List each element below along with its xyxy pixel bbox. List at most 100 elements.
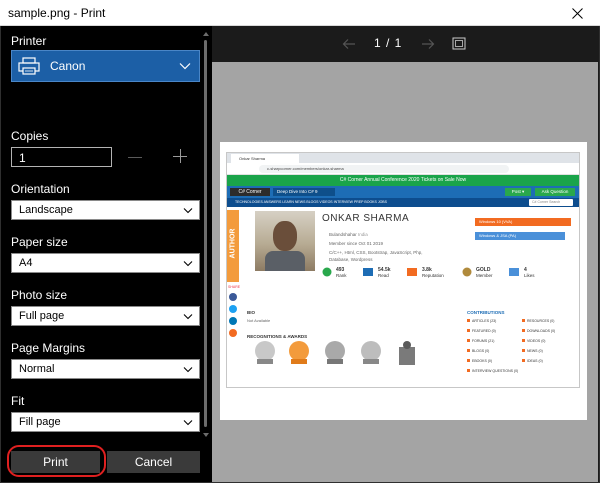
contribution-item: RESOURCES (0) [522, 319, 554, 323]
photo-size-value: Full page [19, 310, 65, 322]
twitter-icon [229, 305, 237, 313]
profile-photo [255, 211, 315, 271]
copies-label: Copies [11, 129, 49, 143]
contribution-item: FEATURED (0) [467, 329, 496, 333]
contribution-item: BLOGS (0) [467, 349, 489, 353]
contribution-item: FORUMS (21) [467, 339, 494, 343]
print-preview: 1 / 1 Onkar Sharma c-sharpcorner.com/mem… [212, 26, 598, 482]
orientation-value: Landscape [19, 204, 73, 216]
profile-location: Bulandshahar India [329, 232, 368, 237]
fit-label: Fit [11, 394, 25, 408]
preview-navigation: 1 / 1 [212, 26, 598, 62]
stat-likes: 4 Likes [524, 267, 535, 278]
window-title: sample.png - Print [8, 6, 106, 20]
fit-select[interactable]: Fill page [11, 412, 200, 432]
site-ask: Ask Question [535, 188, 575, 196]
profile-stats: 493 Rank 54.5k Read 3.8k Reputation GOLD Mem… [322, 267, 572, 285]
contributions-heading: CONTRIBUTIONS [467, 310, 505, 315]
award-badge-icon [325, 341, 345, 364]
close-button[interactable] [554, 0, 600, 26]
profile-skills-2: Database, Wordpress [329, 257, 373, 262]
page-indicator: 1 / 1 [374, 36, 403, 50]
chevron-down-icon [183, 208, 193, 214]
site-search: C# Corner Search [529, 199, 573, 206]
settings-panel: Printer Canon Copies 1 Orientation Lands… [0, 26, 212, 483]
stat-read: 54.5k Read [378, 267, 391, 278]
award-badge-icon [255, 341, 275, 364]
photo-size-label: Photo size [11, 288, 68, 302]
fit-view-icon[interactable] [452, 37, 466, 50]
printer-value: Canon [50, 59, 86, 73]
site-logo: C# Corner [230, 188, 270, 196]
paper-size-label: Paper size [11, 235, 68, 249]
profile-tag: Windows 10 (VVA) [475, 218, 571, 226]
chevron-down-icon [183, 367, 193, 373]
site-menu: TECHNOLOGIES ANSWERS LEARN NEWS BLOGS VI… [227, 198, 579, 207]
copies-input[interactable]: 1 [11, 147, 112, 167]
title-bar: sample.png - Print [0, 0, 600, 26]
site-banner: C# Corner Annual Conference 2020 Tickets… [227, 175, 579, 186]
author-tab-label: AUTHOR [229, 228, 237, 259]
profile-name: ONKAR SHARMA [322, 213, 410, 224]
decrement-copies-button[interactable] [128, 148, 142, 166]
stat-rank: 493 Rank [336, 267, 347, 278]
orientation-label: Orientation [11, 182, 70, 196]
browser-tab: Onkar Sharma [231, 154, 299, 163]
previous-page-icon[interactable] [342, 38, 356, 50]
contribution-item: ARTICLES (23) [467, 319, 496, 323]
paper-size-value: A4 [19, 257, 33, 269]
fit-value: Fill page [19, 416, 61, 428]
bio-heading: BIO [247, 310, 256, 315]
contribution-item: VIDEOS (0) [522, 339, 545, 343]
print-button[interactable]: Print [11, 451, 100, 473]
chevron-down-icon [183, 314, 193, 320]
contribution-item: IDEAS (0) [522, 359, 543, 363]
printer-select[interactable]: Canon [11, 50, 200, 82]
chevron-down-icon [183, 420, 193, 426]
profile-tag: Windows & JSA (PA) [475, 232, 565, 240]
scroll-down-icon [203, 433, 209, 437]
reddit-icon [229, 329, 237, 337]
linkedin-icon [229, 317, 237, 325]
bio-text: Not Available [247, 318, 271, 323]
browser-urlbar: c-sharpcorner.com/members/onkar-sharma [227, 163, 579, 175]
page-margins-select[interactable]: Normal [11, 359, 200, 379]
paper-size-select[interactable]: A4 [11, 253, 200, 273]
award-podium-icon [399, 341, 415, 365]
scroll-up-icon [203, 32, 209, 36]
page-image: Onkar Sharma c-sharpcorner.com/members/o… [226, 152, 580, 388]
site-promo: Deep Dive Into C# 9 [273, 188, 335, 196]
browser-url: c-sharpcorner.com/members/onkar-sharma [259, 165, 509, 173]
share-label: SHARE [228, 285, 241, 289]
author-tab: AUTHOR [227, 210, 239, 282]
mvp-badge-icon [289, 341, 309, 364]
facebook-icon [229, 293, 237, 301]
chevron-down-icon [179, 63, 191, 70]
contribution-item: NEWS (0) [522, 349, 543, 353]
settings-scrollbar[interactable] [203, 32, 209, 437]
increment-copies-button[interactable] [173, 148, 187, 166]
site-header: C# Corner Deep Dive Into C# 9 Post ▾ Ask… [227, 186, 579, 198]
award-badge-icon [361, 341, 381, 364]
browser-tabbar: Onkar Sharma [227, 153, 579, 163]
scroll-thumb[interactable] [204, 40, 207, 427]
contribution-item: EBOOKS (0) [467, 359, 492, 363]
preview-page: Onkar Sharma c-sharpcorner.com/members/o… [220, 142, 587, 420]
photo-size-select[interactable]: Full page [11, 306, 200, 326]
contribution-item: INTERVIEW QUESTIONS (0) [467, 369, 518, 373]
printer-label: Printer [11, 34, 47, 48]
contribution-item: DOWNLOADS (0) [522, 329, 555, 333]
stat-member: GOLD Member [476, 267, 493, 278]
page-margins-label: Page Margins [11, 341, 86, 355]
close-icon [571, 7, 583, 19]
profile-skills: C/C++, Html, CSS, Bootstrap, JavaScript,… [329, 250, 423, 255]
stat-reputation: 3.8k Reputation [422, 267, 444, 278]
cancel-button[interactable]: Cancel [107, 451, 200, 473]
orientation-select[interactable]: Landscape [11, 200, 200, 220]
site-post: Post ▾ [505, 188, 531, 196]
chevron-down-icon [183, 261, 193, 267]
next-page-icon[interactable] [421, 38, 435, 50]
printer-icon [18, 57, 42, 75]
copies-value: 1 [19, 151, 26, 165]
page-margins-value: Normal [19, 363, 55, 375]
